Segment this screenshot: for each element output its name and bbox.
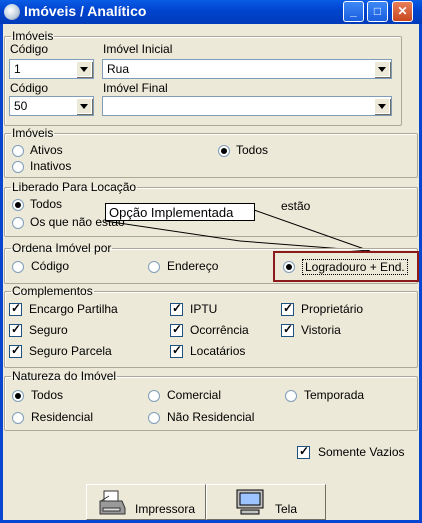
radio-ativos[interactable] [12,145,24,157]
radio-ordena-codigo-label: Código [31,259,70,273]
radio-natureza-residencial-label: Residencial [31,410,94,424]
check-encargo-partilha-label: Encargo Partilha [29,302,118,316]
check-encargo-partilha[interactable] [9,301,22,316]
radio-ordena-endereco[interactable] [148,261,160,273]
radio-natureza-temporada[interactable] [285,390,297,402]
chevron-down-icon[interactable] [374,98,390,114]
codigo2-label: Código [10,81,49,95]
radio-natureza-todos[interactable] [12,390,24,402]
close-button[interactable]: ✕ [392,1,413,22]
tela-button[interactable]: Tela [206,484,326,520]
codigo-label: Código [10,42,49,56]
check-seguro-label: Seguro [29,323,68,337]
check-vistoria-label: Vistoria [301,323,341,337]
radio-estao-label: estão [281,199,311,213]
codigo-combo[interactable]: 1 [9,59,94,79]
radio-ordena-codigo[interactable] [12,261,24,273]
chevron-down-icon[interactable] [374,61,390,77]
radio-todos-label: Todos [236,143,269,157]
imovel-inicial-combo[interactable]: Rua [102,59,392,79]
check-ocorrencia-label: Ocorrência [190,323,249,337]
imovel-final-combo[interactable] [102,96,392,116]
group-legend: Imóveis [12,29,54,43]
maximize-button[interactable]: □ [367,1,388,22]
check-vistoria[interactable] [281,322,294,337]
check-somente-vazios-label: Somente Vazios [318,445,405,459]
radio-natureza-comercial-label: Comercial [167,388,222,402]
radio-ordena-endereco-label: Endereço [167,259,219,273]
minimize-button[interactable]: _ [343,1,364,22]
radio-liberado-todos[interactable] [12,199,24,211]
window-title: Imóveis / Analítico [24,3,147,19]
imovel-inicial-value: Rua [107,62,130,76]
check-ocorrencia[interactable] [170,322,183,337]
radio-natureza-nao-residencial[interactable] [148,412,160,424]
group-legend: Complementos [12,284,93,298]
radio-todos-status[interactable] [218,145,230,157]
check-somente-vazios[interactable] [297,444,310,459]
radio-natureza-residencial[interactable] [12,412,24,424]
check-iptu-label: IPTU [190,302,218,316]
app-icon [4,4,20,20]
group-legend: Ordena Imóvel por [12,241,112,255]
chevron-down-icon[interactable] [76,61,92,77]
title-bar: Imóveis / Analítico _ □ ✕ [0,0,422,24]
codigo-value: 1 [14,62,21,76]
imovel-inicial-label: Imóvel Inicial [103,42,173,56]
chevron-down-icon[interactable] [76,98,92,114]
printer-icon [99,490,126,515]
group-legend: Liberado Para Locação [12,180,137,194]
radio-ativos-label: Ativos [30,143,63,157]
imovel-final-label: Imóvel Final [103,81,168,95]
radio-natureza-todos-label: Todos [31,388,64,402]
check-locatarios-label: Locatários [190,344,246,358]
radio-inativos[interactable] [12,161,24,173]
codigo2-combo[interactable]: 50 [9,96,94,116]
group-legend: Imóveis [12,126,54,140]
radio-natureza-comercial[interactable] [148,390,160,402]
check-iptu[interactable] [170,301,183,316]
radio-inativos-label: Inativos [30,159,72,173]
callout-box: Opção Implementada [105,203,255,221]
check-seguro[interactable] [9,322,22,337]
check-proprietario[interactable] [281,301,294,316]
monitor-icon [236,489,264,515]
check-locatarios[interactable] [170,343,183,358]
check-proprietario-label: Proprietário [301,302,364,316]
tela-label: Tela [275,502,298,516]
check-seguro-parcela[interactable] [9,343,22,358]
codigo2-value: 50 [14,99,28,113]
group-legend: Natureza do Imóvel [12,369,117,383]
radio-liberado-todos-label: Todos [30,197,63,211]
impressora-label: Impressora [135,502,196,516]
radio-os-que-nao[interactable] [12,217,24,229]
check-seguro-parcela-label: Seguro Parcela [29,344,112,358]
radio-natureza-nao-residencial-label: Não Residencial [167,410,255,424]
highlight-box [273,251,419,282]
impressora-button[interactable]: Impressora [86,484,206,520]
radio-natureza-temporada-label: Temporada [304,388,365,402]
